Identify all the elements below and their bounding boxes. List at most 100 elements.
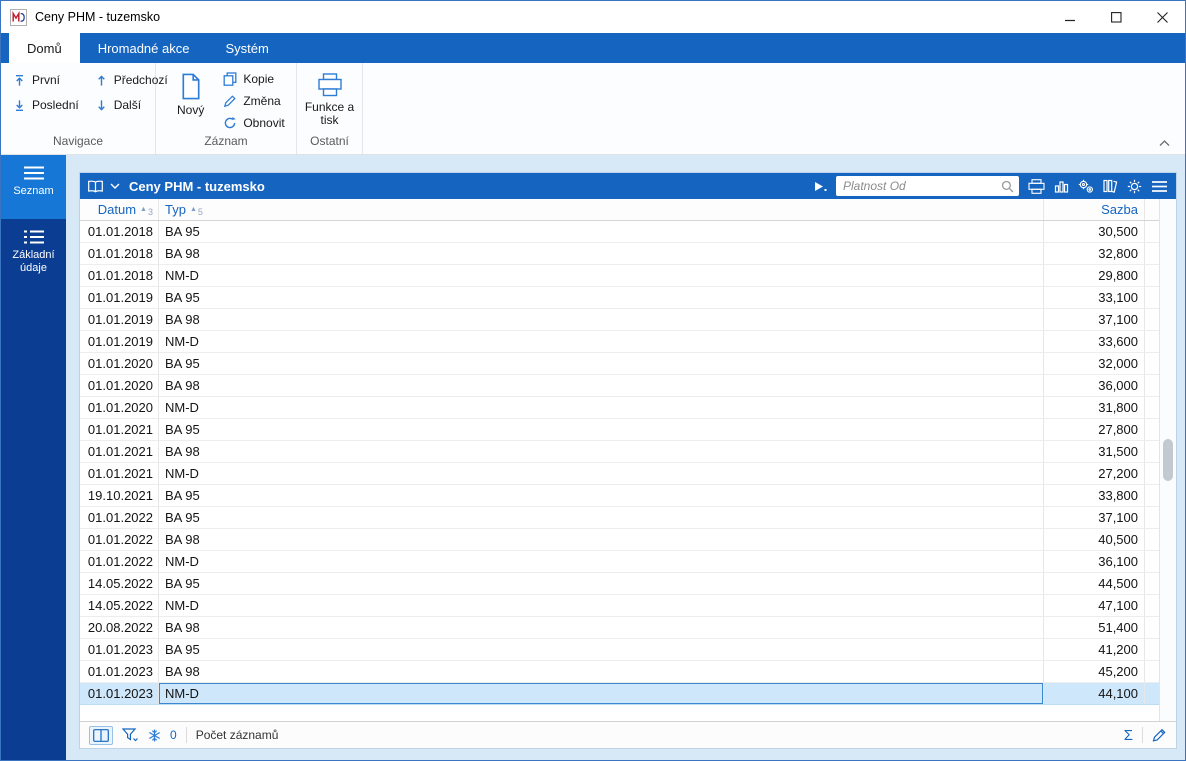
cell-filler[interactable] xyxy=(1145,639,1159,660)
first-button[interactable]: První xyxy=(13,73,79,87)
cell-filler[interactable] xyxy=(1145,265,1159,286)
cell-filler[interactable] xyxy=(1145,661,1159,682)
cell-filler[interactable] xyxy=(1145,441,1159,462)
cell-sazba[interactable]: 44,500 xyxy=(1044,573,1145,594)
cell-sazba[interactable]: 37,100 xyxy=(1044,507,1145,528)
cell-typ[interactable]: BA 95 xyxy=(159,353,1044,374)
sidebar-item-seznam[interactable]: Seznam xyxy=(1,155,66,219)
scrollbar-thumb[interactable] xyxy=(1163,439,1173,481)
minimize-button[interactable] xyxy=(1047,1,1093,33)
cell-filler[interactable] xyxy=(1145,375,1159,396)
cell-filler[interactable] xyxy=(1145,595,1159,616)
cell-filler[interactable] xyxy=(1145,683,1159,704)
cell-sazba[interactable]: 27,200 xyxy=(1044,463,1145,484)
cell-sazba[interactable]: 47,100 xyxy=(1044,595,1145,616)
cell-typ[interactable]: NM-D xyxy=(159,265,1044,286)
cell-datum[interactable]: 01.01.2023 xyxy=(80,683,159,704)
column-header-datum[interactable]: Datum ▲ 3 xyxy=(80,199,159,220)
cell-typ[interactable]: NM-D xyxy=(159,463,1044,484)
cell-datum[interactable]: 14.05.2022 xyxy=(80,595,159,616)
tab-hromadne-akce[interactable]: Hromadné akce xyxy=(80,33,208,63)
table-row[interactable]: 01.01.2018 BA 95 30,500 xyxy=(80,221,1159,243)
cell-typ[interactable]: BA 95 xyxy=(159,485,1044,506)
table-row[interactable]: 01.01.2019 BA 98 37,100 xyxy=(80,309,1159,331)
cell-sazba[interactable]: 33,600 xyxy=(1044,331,1145,352)
cell-typ[interactable]: NM-D xyxy=(159,551,1044,572)
last-button[interactable]: Poslední xyxy=(13,98,79,112)
cell-filler[interactable] xyxy=(1145,485,1159,506)
column-header-typ[interactable]: Typ ▲ 5 xyxy=(159,199,1044,220)
table-row[interactable]: 01.01.2018 NM-D 29,800 xyxy=(80,265,1159,287)
cell-datum[interactable]: 01.01.2019 xyxy=(80,287,159,308)
cell-filler[interactable] xyxy=(1145,221,1159,242)
table-row[interactable]: 20.08.2022 BA 98 51,400 xyxy=(80,617,1159,639)
cell-sazba[interactable]: 32,000 xyxy=(1044,353,1145,374)
cell-datum[interactable]: 01.01.2020 xyxy=(80,397,159,418)
cell-typ[interactable]: BA 98 xyxy=(159,661,1044,682)
ribbon-collapse-button[interactable] xyxy=(1159,140,1170,147)
cell-filler[interactable] xyxy=(1145,287,1159,308)
print-icon[interactable] xyxy=(1028,178,1045,194)
settings-icon[interactable] xyxy=(1127,179,1142,194)
cell-datum[interactable]: 01.01.2018 xyxy=(80,265,159,286)
cell-datum[interactable]: 01.01.2018 xyxy=(80,221,159,242)
copy-button[interactable]: Kopie xyxy=(223,72,284,86)
table-row[interactable]: 14.05.2022 BA 95 44,500 xyxy=(80,573,1159,595)
cell-sazba[interactable]: 44,100 xyxy=(1044,683,1145,704)
cell-filler[interactable] xyxy=(1145,353,1159,374)
cell-filler[interactable] xyxy=(1145,463,1159,484)
cell-sazba[interactable]: 29,800 xyxy=(1044,265,1145,286)
cell-typ[interactable]: BA 95 xyxy=(159,507,1044,528)
cell-sazba[interactable]: 31,500 xyxy=(1044,441,1145,462)
table-row[interactable]: 01.01.2021 NM-D 27,200 xyxy=(80,463,1159,485)
table-row[interactable]: 01.01.2023 BA 98 45,200 xyxy=(80,661,1159,683)
cell-filler[interactable] xyxy=(1145,573,1159,594)
cell-typ[interactable]: BA 95 xyxy=(159,573,1044,594)
cell-datum[interactable]: 01.01.2023 xyxy=(80,661,159,682)
search-input[interactable] xyxy=(843,179,1001,193)
search-icon[interactable] xyxy=(1001,180,1014,193)
cell-sazba[interactable]: 27,800 xyxy=(1044,419,1145,440)
tab-domu[interactable]: Domů xyxy=(9,33,80,63)
refresh-button[interactable]: Obnovit xyxy=(223,116,285,130)
cell-filler[interactable] xyxy=(1145,617,1159,638)
vertical-scrollbar[interactable] xyxy=(1160,199,1176,721)
change-button[interactable]: Změna xyxy=(223,94,284,108)
frozen-filter-icon[interactable] xyxy=(148,729,161,742)
cell-datum[interactable]: 01.01.2021 xyxy=(80,463,159,484)
cell-sazba[interactable]: 41,200 xyxy=(1044,639,1145,660)
table-row[interactable]: 19.10.2021 BA 95 33,800 xyxy=(80,485,1159,507)
edit-button[interactable] xyxy=(1152,728,1167,742)
cell-datum[interactable]: 01.01.2021 xyxy=(80,441,159,462)
cell-filler[interactable] xyxy=(1145,243,1159,264)
cell-filler[interactable] xyxy=(1145,309,1159,330)
cell-typ[interactable]: BA 98 xyxy=(159,375,1044,396)
cell-typ[interactable]: BA 95 xyxy=(159,287,1044,308)
chart-icon[interactable] xyxy=(1054,179,1069,193)
close-button[interactable] xyxy=(1139,1,1185,33)
cell-typ[interactable]: BA 98 xyxy=(159,529,1044,550)
view-selector-book-icon[interactable] xyxy=(87,180,104,193)
table-row[interactable]: 01.01.2022 BA 98 40,500 xyxy=(80,529,1159,551)
cell-datum[interactable]: 01.01.2022 xyxy=(80,529,159,550)
chevron-down-icon[interactable] xyxy=(110,183,120,189)
table-row[interactable]: 01.01.2021 BA 98 31,500 xyxy=(80,441,1159,463)
cell-sazba[interactable]: 45,200 xyxy=(1044,661,1145,682)
new-button[interactable]: Nový xyxy=(170,70,211,132)
cell-datum[interactable]: 20.08.2022 xyxy=(80,617,159,638)
columns-icon[interactable] xyxy=(1103,179,1118,193)
cell-typ[interactable]: BA 98 xyxy=(159,441,1044,462)
cell-sazba[interactable]: 32,800 xyxy=(1044,243,1145,264)
table-row[interactable]: 14.05.2022 NM-D 47,100 xyxy=(80,595,1159,617)
cell-datum[interactable]: 01.01.2022 xyxy=(80,551,159,572)
gears-icon[interactable] xyxy=(1078,179,1094,194)
cell-typ[interactable]: NM-D xyxy=(159,683,1044,704)
cell-sazba[interactable]: 37,100 xyxy=(1044,309,1145,330)
cell-filler[interactable] xyxy=(1145,529,1159,550)
cell-datum[interactable]: 01.01.2019 xyxy=(80,309,159,330)
cell-sazba[interactable]: 31,800 xyxy=(1044,397,1145,418)
cell-filler[interactable] xyxy=(1145,551,1159,572)
cell-datum[interactable]: 01.01.2023 xyxy=(80,639,159,660)
cell-sazba[interactable]: 30,500 xyxy=(1044,221,1145,242)
cell-filler[interactable] xyxy=(1145,397,1159,418)
